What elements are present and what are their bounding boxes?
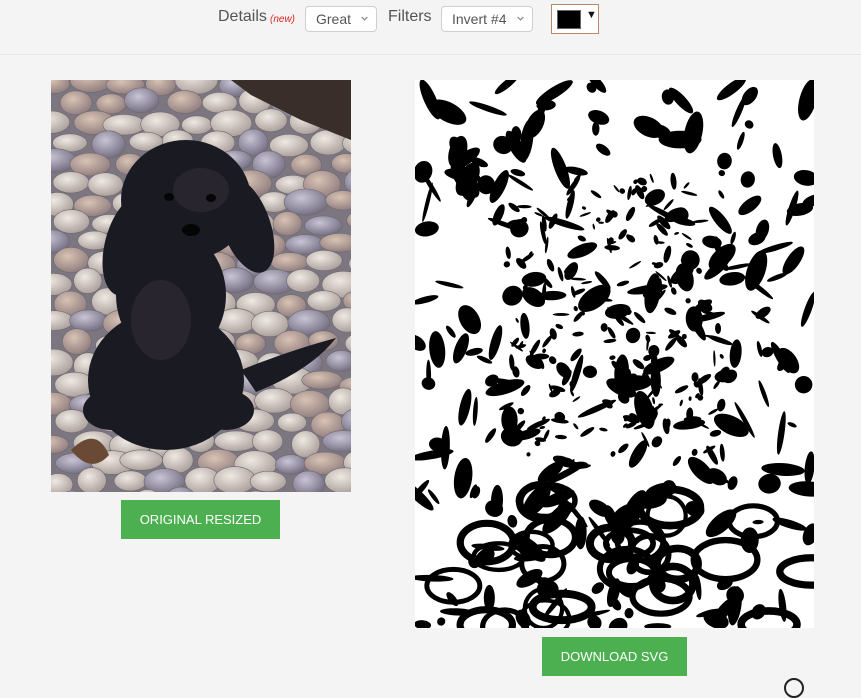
pebble [114,471,147,491]
pebble [53,172,89,193]
pebble [255,109,287,132]
pebble [273,212,302,236]
color-swatch [557,10,581,29]
pebble [214,431,257,451]
filters-dropdown-value: Invert #4 [452,11,506,27]
pebble [53,210,89,234]
pebble [252,430,282,453]
puppy-photo [51,80,351,492]
filters-label: Filters [388,8,432,26]
pebble [287,269,320,292]
details-label: Details [218,8,267,26]
svg-output-image [415,80,814,628]
ink-stroke [553,313,570,316]
help-icon[interactable] [784,678,804,698]
pebble [271,253,309,272]
chevron-down-icon [517,15,524,22]
original-image [51,80,351,492]
pebble [62,329,91,355]
pebble [255,388,294,413]
pebble [120,450,163,470]
svg-output-preview [415,80,814,628]
filters-dropdown[interactable]: Invert #4 [441,6,533,32]
chevron-down-icon [361,15,368,22]
pebble [124,88,159,113]
caret-down-icon: ▼ [586,9,597,21]
pebble [167,90,202,113]
toolbar: Details (new) Great Filters Invert #4 ▼ [0,0,861,55]
pebble [275,455,306,474]
color-picker[interactable]: ▼ [551,4,599,34]
pebble [60,91,92,115]
pebble [88,173,123,197]
original-resized-button[interactable]: ORIGINAL RESIZED [121,500,280,539]
pebble [284,189,328,215]
pebble [250,471,286,492]
pebble [70,310,107,331]
pebble [277,413,306,432]
pebble [305,216,343,235]
pebble [74,268,102,293]
pebble [77,468,106,492]
pebble [306,250,342,270]
details-dropdown-value: Great [316,11,351,27]
new-badge: (new) [270,14,295,25]
details-dropdown[interactable]: Great [305,6,377,32]
pebble [307,291,341,312]
pebble [302,371,343,389]
download-svg-button[interactable]: DOWNLOAD SVG [542,637,687,676]
pebble [214,467,256,492]
